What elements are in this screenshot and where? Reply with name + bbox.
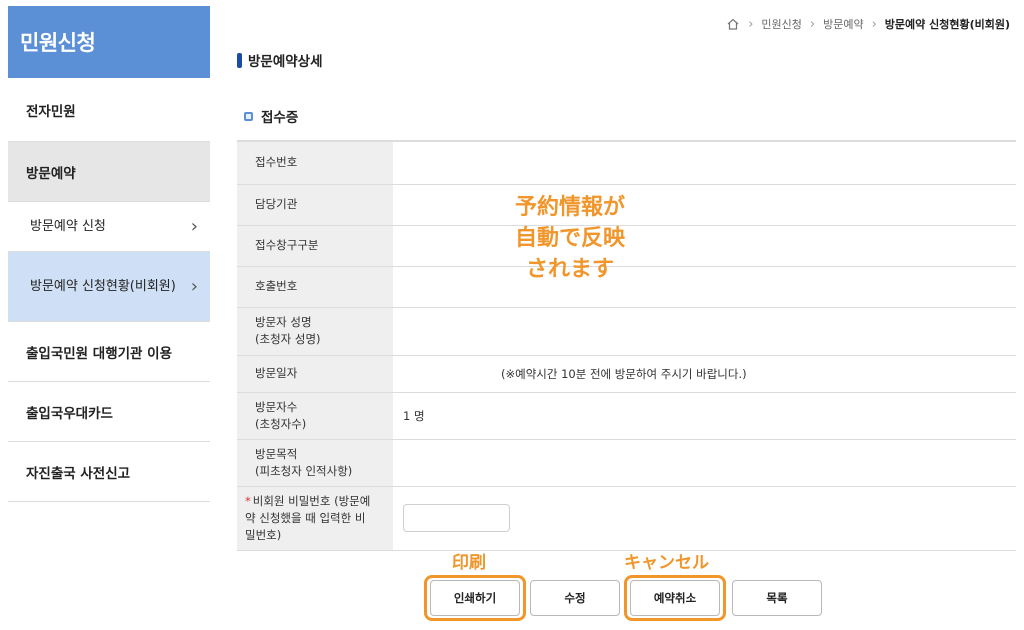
breadcrumb-item[interactable]: 방문예약: [823, 16, 863, 32]
sidebar-item-label: 방문예약: [26, 165, 76, 182]
annotation-line: 自動で反映: [514, 226, 625, 251]
row-label: 방문자 성명 (초청자 성명): [237, 307, 393, 356]
print-button[interactable]: 인쇄하기: [430, 580, 520, 616]
annotation-line: されます: [525, 257, 614, 282]
row-label: * 비회원 비밀번호 (방문예약 신청했을 때 입력한 비밀번호): [237, 486, 393, 551]
chevron-right-icon: ›: [190, 276, 198, 297]
square-bullet-icon: [244, 111, 253, 121]
sidebar-item-label: 방문예약 신청현황(비회원): [30, 278, 176, 294]
section-title-text: 접수증: [261, 110, 299, 126]
sidebar-item-label: 출입국민원 대행기관 이용: [26, 345, 173, 362]
chevron-right-icon: ›: [809, 16, 816, 32]
title-bar-icon: [237, 52, 242, 68]
row-value: (※예약시간 10분 전에 방문하여 주시기 바랍니다.): [393, 355, 1016, 393]
annotation-cancel: キャンセル: [624, 553, 709, 573]
row-label: 방문목적 (피초청자 인적사항): [237, 439, 393, 487]
sidebar-item-electronic-civil[interactable]: 전자민원: [8, 78, 210, 142]
table-row: 방문자수 (초청자수) 1 명: [237, 392, 1016, 440]
chevron-right-icon: ›: [190, 216, 198, 237]
sidebar-item-visit-reservation[interactable]: 방문예약: [8, 142, 210, 202]
table-row: * 비회원 비밀번호 (방문예약 신청했을 때 입력한 비밀번호): [237, 486, 1016, 551]
row-value: [393, 141, 1016, 185]
sidebar-item-label: 자진출국 사전신고: [26, 465, 131, 482]
table-row: 방문자 성명 (초청자 성명): [237, 307, 1016, 356]
row-value: [393, 486, 1016, 551]
edit-button[interactable]: 수정: [530, 580, 620, 616]
sidebar-item-priority-card[interactable]: 출입국우대카드: [8, 382, 210, 442]
sidebar-item-voluntary-departure[interactable]: 자진출국 사전신고: [8, 442, 210, 502]
row-label: 접수창구구분: [237, 225, 393, 267]
row-value: [393, 307, 1016, 356]
required-mark: *: [245, 493, 251, 508]
sidebar-item-label: 전자민원: [26, 103, 76, 120]
annotation-print: 印刷: [452, 553, 486, 573]
annotation-line: 予約情報が: [514, 195, 625, 220]
row-label-text: 비회원 비밀번호 (방문예약 신청했을 때 입력한 비밀번호): [245, 493, 371, 542]
row-label: 담당기관: [237, 184, 393, 226]
row-label: 방문일자: [237, 355, 393, 393]
annotation-auto-filled: 予約情報が 自動で反映 されます: [480, 192, 660, 285]
page-title-text: 방문예약상세: [248, 54, 323, 70]
sidebar-title: 민원신청: [8, 6, 210, 78]
row-value: 1 명: [393, 392, 1016, 440]
sidebar-subitem-visit-apply[interactable]: 방문예약 신청 ›: [8, 202, 210, 252]
table-row: 방문일자 (※예약시간 10분 전에 방문하여 주시기 바랍니다.): [237, 355, 1016, 393]
row-value: [393, 439, 1016, 487]
sidebar-item-label: 출입국우대카드: [26, 405, 113, 422]
cancel-reservation-button[interactable]: 예약취소: [630, 580, 720, 616]
table-row: 접수번호: [237, 141, 1016, 185]
chevron-right-icon: ›: [748, 16, 754, 32]
password-input[interactable]: [403, 504, 510, 532]
page-title: 방문예약상세: [237, 50, 323, 70]
breadcrumb-current: 방문예약 신청현황(비회원): [884, 18, 1010, 31]
sidebar-item-label: 방문예약 신청: [30, 218, 106, 234]
table-row: 방문목적 (피초청자 인적사항): [237, 439, 1016, 487]
sidebar: 민원신청 전자민원 방문예약 방문예약 신청 › 방문예약 신청현황(비회원) …: [8, 6, 210, 502]
row-label: 호출번호: [237, 266, 393, 308]
section-title: 접수증: [244, 106, 298, 126]
breadcrumb-item[interactable]: 민원신청: [761, 16, 801, 32]
row-label: 접수번호: [237, 141, 393, 185]
home-icon[interactable]: [726, 17, 740, 31]
list-button[interactable]: 목록: [732, 580, 822, 616]
breadcrumb: › 민원신청 › 방문예약 › 방문예약 신청현황(비회원): [726, 16, 1010, 32]
sidebar-subitem-visit-status[interactable]: 방문예약 신청현황(비회원) ›: [8, 252, 210, 322]
sidebar-item-agency[interactable]: 출입국민원 대행기관 이용: [8, 322, 210, 382]
row-label: 방문자수 (초청자수): [237, 392, 393, 440]
chevron-right-icon: ›: [871, 16, 877, 32]
